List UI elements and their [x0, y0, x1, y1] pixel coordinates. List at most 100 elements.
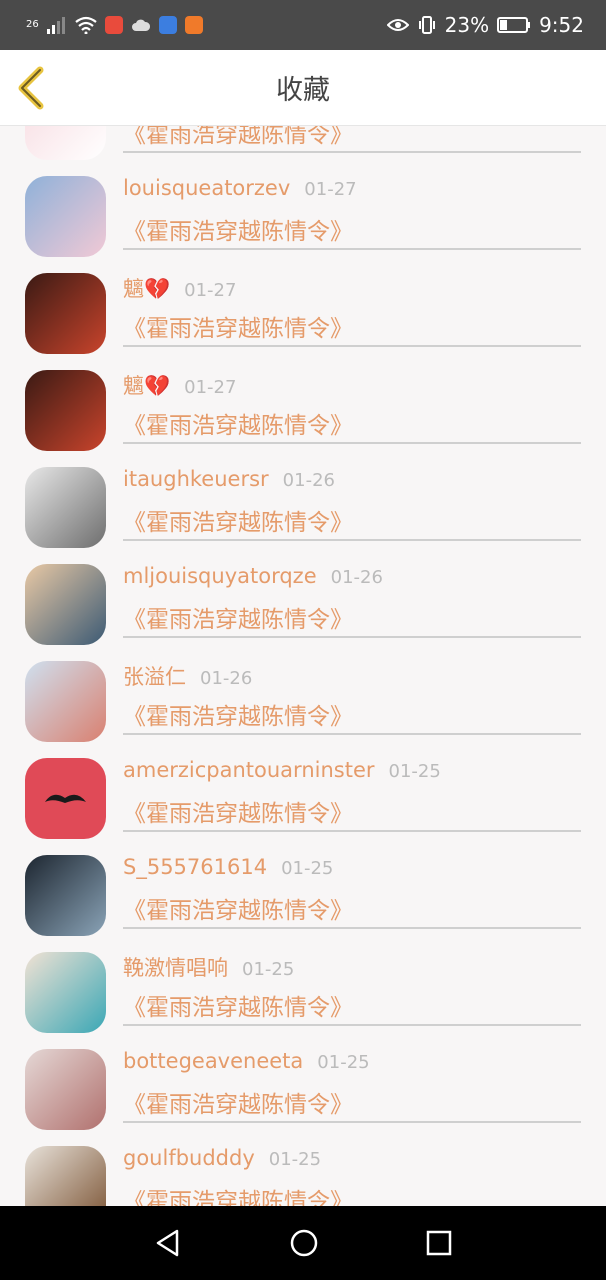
- user-name[interactable]: itaughkeuersr 01-26: [123, 467, 335, 491]
- clock: 9:52: [539, 13, 584, 37]
- favorite-row[interactable]: amerzicpantouarninster 01-25 《霍雨浩穿越陈情令》: [0, 750, 606, 847]
- status-right: 23% 9:52: [386, 13, 584, 37]
- avatar[interactable]: [25, 758, 106, 839]
- favorites-list[interactable]: 《霍雨浩穿越陈情令》 louisqueatorzev 01-27 《霍雨浩穿越陈情令》…: [0, 126, 606, 1206]
- avatar[interactable]: [25, 467, 106, 548]
- user-name[interactable]: S_555761614 01-25: [123, 855, 333, 879]
- video-app-icon: [184, 16, 203, 34]
- user-name-text[interactable]: 张溢仁: [123, 665, 186, 689]
- user-name[interactable]: amerzicpantouarninster 01-25: [123, 758, 441, 782]
- favorite-row[interactable]: 《霍雨浩穿越陈情令》: [0, 126, 606, 168]
- avatar[interactable]: [25, 952, 106, 1033]
- cloud-icon: [131, 19, 150, 31]
- favorite-row[interactable]: S_555761614 01-25 《霍雨浩穿越陈情令》: [0, 847, 606, 944]
- music-app-icon: [158, 16, 177, 34]
- wifi-icon: [75, 16, 97, 34]
- battery-icon: [497, 17, 531, 33]
- song-title[interactable]: 《霍雨浩穿越陈情令》: [123, 1182, 353, 1206]
- row-divider: [123, 830, 581, 832]
- user-name[interactable]: bottegeaveneeta 01-25: [123, 1049, 370, 1073]
- avatar[interactable]: [25, 661, 106, 742]
- date-label: 01-25: [281, 858, 334, 879]
- date-label: 01-26: [330, 567, 383, 588]
- song-title[interactable]: 《霍雨浩穿越陈情令》: [123, 891, 353, 925]
- date-label: 01-25: [317, 1052, 370, 1073]
- page-title: 收藏: [276, 75, 330, 106]
- avatar[interactable]: [25, 176, 106, 257]
- favorite-row[interactable]: 张溢仁 01-26 《霍雨浩穿越陈情令》: [0, 653, 606, 750]
- favorite-row[interactable]: louisqueatorzev 01-27 《霍雨浩穿越陈情令》: [0, 168, 606, 265]
- song-title[interactable]: 《霍雨浩穿越陈情令》: [123, 697, 353, 731]
- user-name[interactable]: 鞔激情唱响 01-25: [123, 952, 294, 982]
- user-name[interactable]: 张溢仁 01-26: [123, 661, 252, 691]
- favorite-row[interactable]: 魑💔 01-27 《霍雨浩穿越陈情令》: [0, 362, 606, 459]
- avatar[interactable]: [25, 370, 106, 451]
- date-label: 01-25: [242, 959, 295, 980]
- row-divider: [123, 1121, 581, 1123]
- row-divider: [123, 442, 581, 444]
- recents-square-icon[interactable]: [425, 1229, 453, 1257]
- avatar[interactable]: [25, 126, 106, 160]
- battery-percent: 23%: [444, 13, 490, 37]
- favorite-row[interactable]: goulfbudddy 01-25 《霍雨浩穿越陈情令》: [0, 1138, 606, 1206]
- song-title[interactable]: 《霍雨浩穿越陈情令》: [123, 126, 353, 149]
- home-circle-icon[interactable]: [289, 1228, 319, 1258]
- signal-icon: [46, 17, 65, 34]
- user-name-text[interactable]: amerzicpantouarninster: [123, 758, 375, 782]
- row-divider: [123, 151, 581, 153]
- user-name-text[interactable]: 鞔激情唱响: [123, 956, 228, 980]
- user-name-text[interactable]: bottegeaveneeta: [123, 1049, 303, 1073]
- song-title[interactable]: 《霍雨浩穿越陈情令》: [123, 309, 353, 343]
- user-name-text[interactable]: S_555761614: [123, 855, 267, 879]
- avatar[interactable]: [25, 855, 106, 936]
- song-title[interactable]: 《霍雨浩穿越陈情令》: [123, 600, 353, 634]
- row-divider: [123, 733, 581, 735]
- mustache-icon: [45, 794, 86, 803]
- user-name[interactable]: 魑💔 01-27: [123, 273, 236, 303]
- avatar[interactable]: [25, 273, 106, 354]
- user-name-text[interactable]: 魑💔: [123, 277, 170, 301]
- song-title[interactable]: 《霍雨浩穿越陈情令》: [123, 1085, 353, 1119]
- song-title[interactable]: 《霍雨浩穿越陈情令》: [123, 212, 353, 246]
- user-name-text[interactable]: itaughkeuersr: [123, 467, 269, 491]
- avatar[interactable]: [25, 564, 106, 645]
- row-divider: [123, 927, 581, 929]
- avatar[interactable]: [25, 1049, 106, 1130]
- row-divider: [123, 539, 581, 541]
- favorite-row[interactable]: 鞔激情唱响 01-25 《霍雨浩穿越陈情令》: [0, 944, 606, 1041]
- song-title[interactable]: 《霍雨浩穿越陈情令》: [123, 503, 353, 537]
- user-name-text[interactable]: louisqueatorzev: [123, 176, 290, 200]
- weibo-app-icon: [104, 16, 123, 34]
- row-divider: [123, 1024, 581, 1026]
- date-label: 01-27: [304, 179, 357, 200]
- date-label: 01-27: [184, 377, 237, 398]
- favorite-row[interactable]: 魑💔 01-27 《霍雨浩穿越陈情令》: [0, 265, 606, 362]
- song-title[interactable]: 《霍雨浩穿越陈情令》: [123, 406, 353, 440]
- row-divider: [123, 248, 581, 250]
- user-name-text[interactable]: goulfbudddy: [123, 1146, 255, 1170]
- user-name[interactable]: louisqueatorzev 01-27: [123, 176, 357, 200]
- status-left: 26: [26, 16, 203, 34]
- user-name[interactable]: 魑💔 01-27: [123, 370, 236, 400]
- avatar[interactable]: [25, 1146, 106, 1206]
- eye-icon: [386, 19, 409, 31]
- user-name[interactable]: goulfbudddy 01-25: [123, 1146, 321, 1170]
- vibrate-icon: [418, 16, 435, 34]
- date-label: 01-25: [268, 1149, 322, 1170]
- date-label: 01-25: [388, 761, 441, 782]
- header: 收藏: [0, 50, 606, 126]
- back-triangle-icon[interactable]: [153, 1228, 183, 1258]
- song-title[interactable]: 《霍雨浩穿越陈情令》: [123, 988, 353, 1022]
- user-name-text[interactable]: mljouisquyatorqze: [123, 564, 317, 588]
- user-name[interactable]: mljouisquyatorqze 01-26: [123, 564, 383, 588]
- system-nav-bar: [0, 1206, 606, 1280]
- back-button[interactable]: [14, 66, 54, 110]
- date-label: 01-27: [184, 280, 237, 301]
- favorite-row[interactable]: mljouisquyatorqze 01-26 《霍雨浩穿越陈情令》: [0, 556, 606, 653]
- row-divider: [123, 345, 581, 347]
- network-type: 26: [26, 19, 39, 30]
- favorite-row[interactable]: bottegeaveneeta 01-25 《霍雨浩穿越陈情令》: [0, 1041, 606, 1138]
- song-title[interactable]: 《霍雨浩穿越陈情令》: [123, 794, 353, 828]
- favorite-row[interactable]: itaughkeuersr 01-26 《霍雨浩穿越陈情令》: [0, 459, 606, 556]
- user-name-text[interactable]: 魑💔: [123, 374, 170, 398]
